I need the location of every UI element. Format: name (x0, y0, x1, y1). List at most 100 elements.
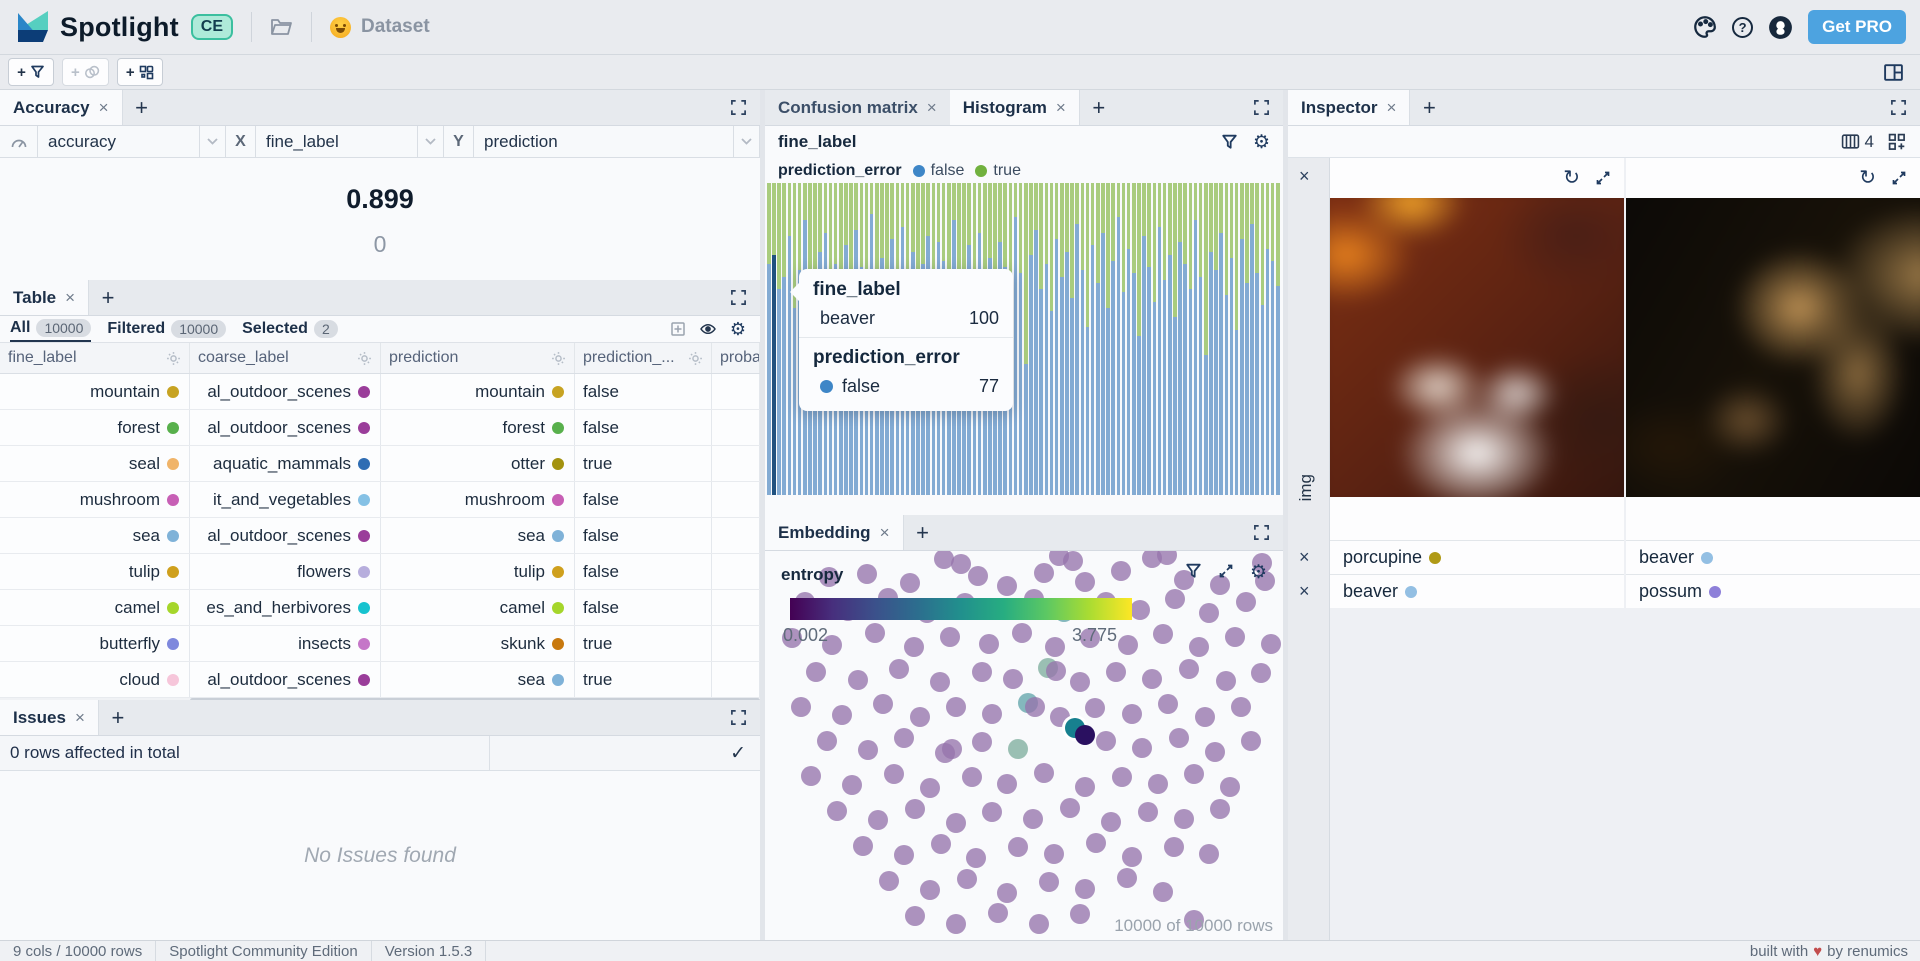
embedding-point[interactable] (988, 903, 1008, 923)
embedding-point[interactable] (1142, 669, 1162, 689)
embedding-point[interactable] (1132, 738, 1152, 758)
columns-count-button[interactable]: 4 (1841, 132, 1874, 152)
close-tab-icon[interactable]: × (880, 523, 890, 543)
visible-columns-button[interactable] (699, 322, 717, 336)
histogram-bar[interactable] (1132, 183, 1136, 495)
histogram-bar[interactable] (1255, 183, 1259, 495)
histogram-bar[interactable] (1065, 183, 1069, 495)
histogram-bar[interactable] (788, 183, 792, 495)
histogram-bar[interactable] (1204, 183, 1208, 495)
expand-image-button[interactable] (1891, 170, 1907, 186)
embedding-point[interactable] (1216, 671, 1236, 691)
embedding-point[interactable] (1122, 847, 1142, 867)
maximize-panel-button[interactable] (1240, 90, 1283, 125)
x-column-select[interactable]: fine_label (256, 126, 444, 157)
histogram-bar[interactable] (1137, 183, 1141, 495)
legend-item-true[interactable]: true (975, 162, 1021, 180)
table-row[interactable]: cloudal_outdoor_scenesseatrue (0, 662, 760, 698)
embedding-point[interactable] (1199, 603, 1219, 623)
embedding-point[interactable] (1112, 767, 1132, 787)
github-button[interactable] (1768, 15, 1793, 40)
embedding-point[interactable] (873, 694, 893, 714)
embedding-point[interactable] (853, 836, 873, 856)
remove-row-button[interactable]: × (1299, 166, 1310, 187)
histogram-bar[interactable] (1029, 183, 1033, 495)
histogram-bar[interactable] (1096, 183, 1100, 495)
histogram-bar[interactable] (1039, 183, 1043, 495)
reset-view-icon[interactable]: ↻ (1563, 168, 1580, 188)
y-column-select[interactable]: prediction (474, 126, 760, 157)
close-tab-icon[interactable]: × (75, 708, 85, 728)
embedding-point[interactable] (1261, 634, 1281, 654)
add-column-button[interactable] (670, 321, 686, 337)
embedding-point[interactable] (946, 697, 966, 717)
embedding-point[interactable] (879, 871, 899, 891)
embedding-point[interactable] (1070, 904, 1090, 924)
histogram-bar[interactable] (1075, 183, 1079, 495)
image-beaver[interactable] (1626, 198, 1920, 497)
embedding-point[interactable] (791, 697, 811, 717)
embedding-point[interactable] (1070, 672, 1090, 692)
embedding-point[interactable] (1039, 872, 1059, 892)
embedding-point[interactable] (997, 576, 1017, 596)
embedding-point-selected[interactable] (1075, 725, 1095, 745)
histogram-bar[interactable] (1101, 183, 1105, 495)
histogram-bar[interactable] (1199, 183, 1203, 495)
histogram-filter-button[interactable] (1221, 134, 1238, 150)
view-filtered[interactable]: Filtered10000 (107, 316, 226, 342)
close-tab-icon[interactable]: × (1056, 98, 1066, 118)
embedding-point[interactable] (962, 767, 982, 787)
embedding-point[interactable] (920, 880, 940, 900)
legend-item-false[interactable]: false (913, 162, 965, 180)
maximize-panel-button[interactable] (1877, 90, 1920, 125)
embedding-point[interactable] (1034, 763, 1054, 783)
histogram-bar[interactable] (1127, 183, 1131, 495)
embedding-point[interactable] (1096, 731, 1116, 751)
histogram-bar[interactable] (1153, 183, 1157, 495)
histogram-bar[interactable] (1070, 183, 1074, 495)
embedding-point[interactable] (1148, 774, 1168, 794)
embedding-point[interactable] (946, 813, 966, 833)
tab-embedding[interactable]: Embedding× (765, 515, 904, 550)
histogram-bar[interactable] (1271, 183, 1275, 495)
embedding-point[interactable] (1165, 589, 1185, 609)
table-row[interactable]: cameles_and_herbivorescamelfalse (0, 590, 760, 626)
embedding-point[interactable] (868, 810, 888, 830)
reset-view-icon[interactable]: ↻ (1859, 168, 1876, 188)
view-selected[interactable]: Selected2 (242, 316, 338, 342)
maximize-panel-button[interactable] (1240, 515, 1283, 550)
histogram-bar[interactable] (1183, 183, 1187, 495)
embedding-point[interactable] (1045, 637, 1065, 657)
embedding-point[interactable] (1008, 837, 1028, 857)
column-header-finelabel[interactable]: fine_label (0, 343, 190, 373)
embedding-point[interactable] (905, 799, 925, 819)
table-row[interactable]: seaal_outdoor_scenesseafalse (0, 518, 760, 554)
embedding-point[interactable] (1085, 698, 1105, 718)
histogram-bar[interactable] (1055, 183, 1059, 495)
embedding-point[interactable] (1138, 802, 1158, 822)
histogram-bar[interactable] (1266, 183, 1270, 495)
embedding-point[interactable] (1174, 809, 1194, 829)
embedding-point[interactable] (1225, 627, 1245, 647)
open-folder-button[interactable] (270, 17, 293, 37)
histogram-bar[interactable] (1214, 183, 1218, 495)
embedding-point[interactable] (1111, 561, 1131, 581)
histogram-bar[interactable] (1219, 183, 1223, 495)
image-porcupine[interactable] (1330, 198, 1624, 497)
embedding-point[interactable] (1075, 879, 1095, 899)
tab-table[interactable]: Table× (0, 280, 89, 315)
embedding-point[interactable] (1210, 799, 1230, 819)
embedding-point[interactable] (857, 564, 877, 584)
embedding-point[interactable] (972, 732, 992, 752)
histogram-bar[interactable] (1024, 183, 1028, 495)
embedding-point[interactable] (1075, 777, 1095, 797)
embedding-point[interactable] (894, 728, 914, 748)
embedding-point[interactable] (1169, 728, 1189, 748)
histogram-bar[interactable] (1173, 183, 1177, 495)
histogram-bar[interactable] (1261, 183, 1265, 495)
column-header-proba[interactable]: proba... (712, 343, 760, 373)
histogram-bar[interactable] (1122, 183, 1126, 495)
embedding-point[interactable] (894, 845, 914, 865)
embedding-point[interactable] (1130, 600, 1150, 620)
histogram-bar[interactable] (777, 183, 781, 495)
